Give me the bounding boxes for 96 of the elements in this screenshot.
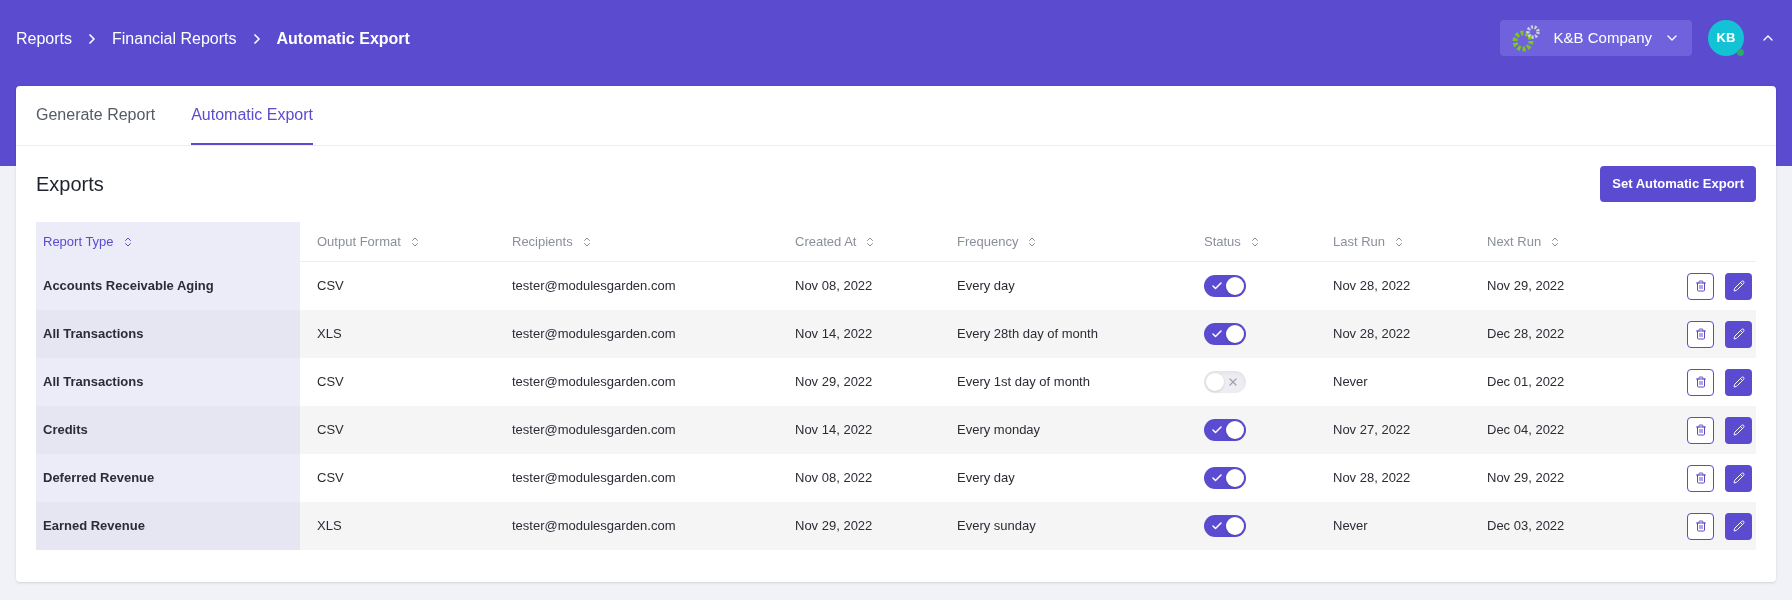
table-cell: All Transactions [36, 358, 300, 406]
delete-button[interactable] [1687, 368, 1714, 396]
edit-button[interactable] [1725, 368, 1752, 396]
edit-button[interactable] [1725, 416, 1752, 444]
status-toggle[interactable] [1204, 323, 1246, 345]
breadcrumb-link[interactable]: Reports [16, 27, 73, 51]
edit-icon [1732, 424, 1745, 436]
table-cell-text: Every sunday [956, 517, 1037, 536]
delete-button[interactable] [1687, 320, 1714, 348]
status-toggle[interactable] [1204, 419, 1246, 441]
column-header[interactable]: Output Format [300, 222, 495, 261]
status-toggle[interactable] [1204, 275, 1246, 297]
set-export-button[interactable]: Set Automatic Export [1600, 166, 1756, 202]
table-cell-text: Every monday [956, 421, 1042, 440]
table-cell-text: XLS [316, 325, 343, 344]
table-cell-text: tester@modulesgarden.com [511, 517, 677, 536]
table-cell-text: Nov 28, 2022 [1332, 325, 1412, 344]
table-cell-text: Every day [956, 469, 1016, 488]
table-cell-text: tester@modulesgarden.com [511, 469, 677, 488]
delete-icon [1694, 520, 1707, 532]
table-cell-text: CSV [316, 373, 345, 392]
delete-button[interactable] [1687, 512, 1714, 540]
delete-button[interactable] [1687, 272, 1714, 300]
edit-icon [1732, 472, 1745, 484]
table-cell-text: XLS [316, 517, 343, 536]
delete-icon [1694, 280, 1707, 292]
table-cell-text: Nov 29, 2022 [1486, 277, 1566, 296]
table-cell-text: tester@modulesgarden.com [511, 421, 677, 440]
table-cell-text: Nov 29, 2022 [794, 373, 874, 392]
status-toggle[interactable] [1204, 371, 1246, 393]
check-icon [1211, 520, 1223, 532]
table-cell-text: CSV [316, 421, 345, 440]
table-cell: Earned Revenue [36, 502, 300, 550]
table-cell-text: CSV [316, 469, 345, 488]
table-cell-text: CSV [316, 277, 345, 296]
table-cell-text: Nov 08, 2022 [794, 469, 874, 488]
table-cell-text: Nov 14, 2022 [794, 421, 874, 440]
delete-icon [1694, 424, 1707, 436]
edit-icon [1732, 376, 1745, 388]
edit-button[interactable] [1725, 512, 1752, 540]
table-cell-text: Every 1st day of month [956, 373, 1091, 392]
breadcrumb-link[interactable]: Automatic Export [276, 27, 410, 51]
delete-icon [1694, 328, 1707, 340]
column-header[interactable]: Status [1187, 222, 1316, 261]
column-header[interactable]: Report Type [36, 222, 300, 261]
table-cell-text: Never [1332, 517, 1369, 536]
edit-icon [1732, 280, 1745, 292]
company-selector[interactable]: K&B Company [1499, 20, 1692, 56]
tab[interactable]: Automatic Export [191, 86, 313, 145]
table-cell-text: Dec 04, 2022 [1486, 421, 1566, 440]
check-icon [1211, 424, 1223, 436]
x-icon [1227, 376, 1239, 388]
table-cell-text: Nov 29, 2022 [1486, 469, 1566, 488]
edit-button[interactable] [1725, 464, 1752, 492]
table-cell-text: Every day [956, 277, 1016, 296]
column-header[interactable]: Created At [778, 222, 940, 261]
table-cell: Deferred Revenue [36, 454, 300, 502]
table-cell: Credits [36, 406, 300, 454]
delete-button[interactable] [1687, 416, 1714, 444]
check-icon [1211, 472, 1223, 484]
table-cell-text: Nov 08, 2022 [794, 277, 874, 296]
table-cell: All Transactions [36, 310, 300, 358]
delete-icon [1694, 472, 1707, 484]
delete-button[interactable] [1687, 464, 1714, 492]
table-cell-text: tester@modulesgarden.com [511, 325, 677, 344]
table-cell-text: Dec 01, 2022 [1486, 373, 1566, 392]
tab[interactable]: Generate Report [36, 86, 156, 145]
table-cell-text: Nov 14, 2022 [794, 325, 874, 344]
table-cell-text: Nov 27, 2022 [1332, 421, 1412, 440]
check-icon [1211, 328, 1223, 340]
delete-icon [1694, 376, 1707, 388]
table-cell-text: Every 28th day of month [956, 325, 1099, 344]
table-cell-text: Nov 28, 2022 [1332, 469, 1412, 488]
table-cell: Accounts Receivable Aging [36, 262, 300, 310]
edit-icon [1732, 520, 1745, 532]
table-cell-text: Nov 29, 2022 [794, 517, 874, 536]
check-icon [1211, 280, 1223, 292]
table-cell-text: tester@modulesgarden.com [511, 373, 677, 392]
status-toggle[interactable] [1204, 515, 1246, 537]
gears-logo-icon [1511, 23, 1542, 53]
column-header[interactable]: Last Run [1316, 222, 1470, 261]
table-cell-text: Dec 03, 2022 [1486, 517, 1566, 536]
edit-icon [1732, 328, 1745, 340]
column-header[interactable]: Next Run [1470, 222, 1640, 261]
table-cell-text: tester@modulesgarden.com [511, 277, 677, 296]
table-cell-text: Nov 28, 2022 [1332, 277, 1412, 296]
status-toggle[interactable] [1204, 467, 1246, 489]
column-header[interactable]: Recipients [495, 222, 778, 261]
table-cell-text: Never [1332, 373, 1369, 392]
avatar-initials: KB [1716, 29, 1736, 48]
edit-button[interactable] [1725, 320, 1752, 348]
section-title: Exports [36, 172, 104, 197]
table-cell-text: Dec 28, 2022 [1486, 325, 1566, 344]
column-header[interactable]: Frequency [940, 222, 1187, 261]
edit-button[interactable] [1725, 272, 1752, 300]
breadcrumb-link[interactable]: Financial Reports [112, 27, 237, 51]
